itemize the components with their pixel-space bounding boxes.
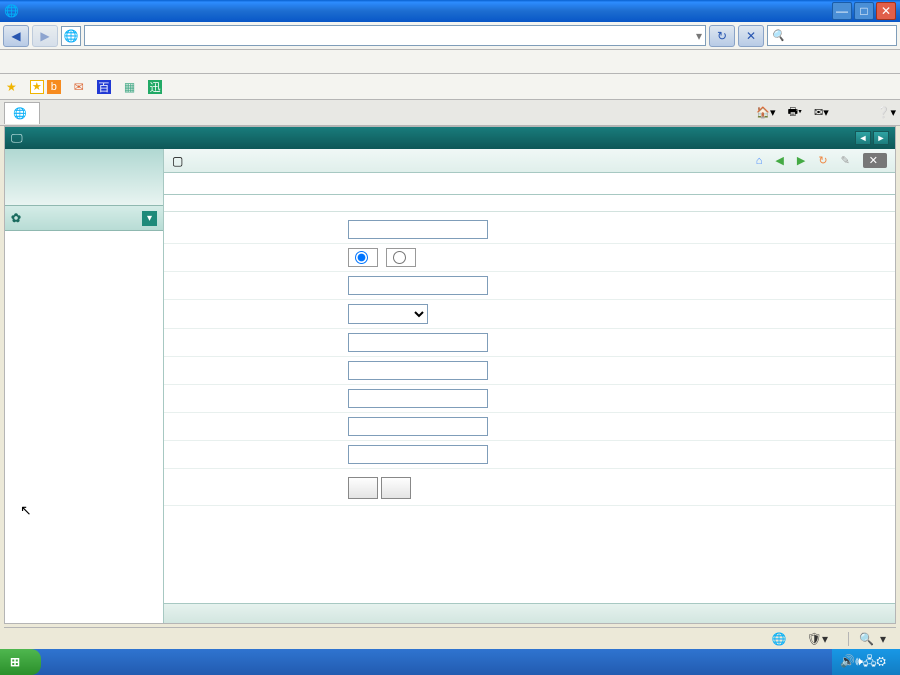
page-title	[164, 195, 895, 212]
address-bar[interactable]: ▾	[84, 25, 706, 46]
page-icon: 🌐	[61, 26, 81, 46]
app-logo	[5, 149, 163, 205]
sidebar-collapse-button[interactable]: ▾	[142, 211, 157, 226]
fav-hotmail[interactable]: ✉	[74, 80, 87, 94]
app-nav-back[interactable]: ◄	[855, 131, 871, 145]
input-position[interactable]	[348, 333, 488, 352]
app-viewport: 🖵 ◄ ► ✿ ▾ ▢ ⌂ ◀	[4, 126, 896, 624]
minimize-button[interactable]: —	[832, 2, 852, 20]
input-qq[interactable]	[348, 445, 488, 464]
fav-gallery[interactable]: ▦	[124, 80, 138, 94]
window-titlebar: 🌐 — □ ✕	[0, 0, 900, 22]
radio-female[interactable]	[386, 248, 416, 267]
label-edu	[164, 300, 342, 329]
app-content	[164, 195, 895, 603]
tab-help-icon[interactable]: ❔▾	[877, 106, 896, 119]
zoom-level[interactable]: 🔍 ▾	[848, 632, 886, 646]
app-daterow	[164, 173, 895, 195]
favorites-bar: ★ ★b ✉ 百 ▦ 迅	[0, 74, 900, 100]
monitor-icon: 🖵	[11, 131, 23, 146]
input-addr[interactable]	[348, 361, 488, 380]
search-input[interactable]: 🔍	[767, 25, 897, 46]
fav-suggest[interactable]: ★b	[30, 80, 64, 94]
app-topbar: ▢ ⌂ ◀ ▶ ↻ ✎ ✕	[164, 149, 895, 173]
window-icon: ▢	[172, 154, 183, 168]
app-footer	[164, 603, 895, 623]
ie-icon: 🌐	[4, 4, 19, 18]
sidebar-tree	[5, 231, 163, 623]
browser-tab[interactable]: 🌐	[4, 102, 40, 124]
windows-taskbar: ⊞ 🔊🕪🖧⚙	[0, 649, 900, 675]
label-email	[164, 413, 342, 441]
label-name	[164, 216, 342, 244]
label-tel	[164, 385, 342, 413]
gear-icon: ✿	[11, 211, 21, 225]
tab-feed-icon[interactable]: 🖶▾	[788, 103, 802, 122]
tab-read-icon[interactable]: ✉▾	[814, 106, 829, 119]
fav-xunlei[interactable]: 迅	[148, 80, 165, 94]
status-internet: 🌐	[772, 632, 787, 646]
submit-button[interactable]	[348, 477, 378, 499]
refresh-button[interactable]: ↻	[709, 25, 735, 47]
reset-button[interactable]	[381, 477, 411, 499]
back-button[interactable]: ◀	[3, 25, 29, 47]
maximize-button[interactable]: □	[854, 2, 874, 20]
input-tel[interactable]	[348, 389, 488, 408]
label-qq	[164, 441, 342, 469]
close-button[interactable]: ✕	[876, 2, 896, 20]
app-sidebar: ✿ ▾	[5, 149, 163, 623]
label-addr	[164, 357, 342, 385]
link-forward[interactable]: ▶	[797, 153, 808, 168]
sidebar-header: ✿ ▾	[5, 205, 163, 231]
link-home[interactable]: ⌂	[756, 153, 766, 168]
link-password[interactable]: ✎	[841, 153, 853, 168]
label-gender	[164, 244, 342, 272]
browser-navbar: ◀ ▶ 🌐 ▾ ↻ ✕ 🔍	[0, 22, 900, 50]
label-position	[164, 329, 342, 357]
app-titlebar: 🖵 ◄ ►	[5, 127, 895, 149]
start-button[interactable]: ⊞	[0, 649, 41, 675]
select-edu[interactable]	[348, 304, 428, 324]
favorites-star[interactable]: ★	[6, 80, 20, 94]
forward-button[interactable]: ▶	[32, 25, 58, 47]
label-age	[164, 272, 342, 300]
browser-statusbar: 🌐 🛡▾ 🔍 ▾	[4, 627, 896, 649]
browser-menubar	[0, 50, 900, 74]
input-name[interactable]	[348, 220, 488, 239]
tab-home-icon[interactable]: 🏠▾	[756, 106, 775, 119]
fav-baidu[interactable]: 百	[97, 80, 114, 94]
link-back[interactable]: ◀	[775, 153, 786, 168]
browser-tabbar: 🌐 🏠▾ 🖶▾ ✉▾ ❔▾	[0, 100, 900, 126]
stop-button[interactable]: ✕	[738, 25, 764, 47]
input-email[interactable]	[348, 417, 488, 436]
link-exit[interactable]: ✕	[863, 153, 887, 168]
system-tray[interactable]: 🔊🕪🖧⚙	[832, 649, 900, 675]
link-refresh[interactable]: ↻	[818, 153, 830, 168]
radio-male[interactable]	[348, 248, 378, 267]
app-nav-fwd[interactable]: ►	[873, 131, 889, 145]
tray-icons[interactable]: 🔊🕪🖧⚙	[840, 652, 886, 673]
employee-form	[164, 216, 895, 506]
input-age[interactable]	[348, 276, 488, 295]
app-main: ▢ ⌂ ◀ ▶ ↻ ✎ ✕	[163, 149, 895, 623]
protected-mode-icon: 🛡▾	[807, 632, 828, 646]
